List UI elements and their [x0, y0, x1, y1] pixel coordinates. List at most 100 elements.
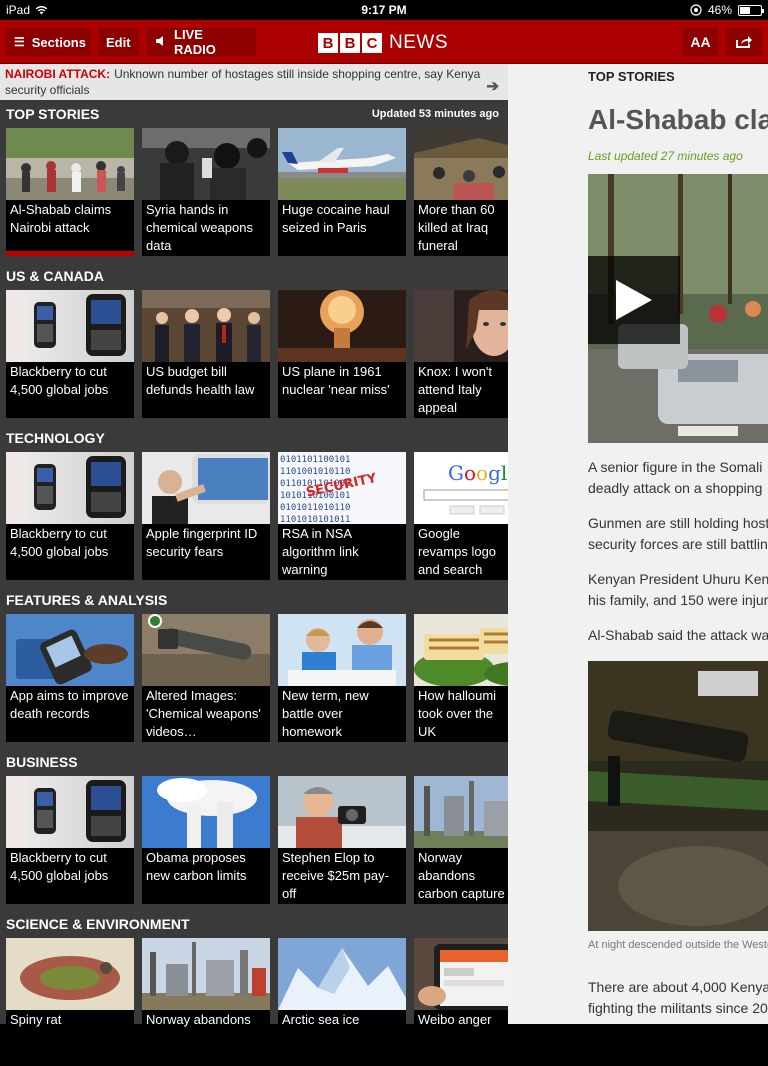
story-tile[interactable]: New term, new battle over homework: [278, 614, 406, 742]
paragraph-line: Gunmen are still holding hostages: [588, 515, 768, 531]
story-tile[interactable]: More than 60 killed at Iraq funeral: [414, 128, 508, 256]
story-headline: New term, new battle over homework: [282, 688, 369, 739]
section-heading[interactable]: US & CANADA: [6, 268, 104, 284]
story-tile[interactable]: Weibo anger: [414, 938, 508, 1066]
section-heading[interactable]: FEATURES & ANALYSIS: [6, 592, 167, 608]
story-headline: Al-Shabab claims Nairobi attack: [10, 202, 112, 235]
story-thumbnail: [414, 938, 508, 1010]
sections-button[interactable]: ☰ Sections: [6, 28, 91, 56]
article-paragraph: There are about 4,000 Kenyan troops fight…: [588, 977, 768, 1019]
story-thumbnail: [142, 128, 270, 200]
article-photo[interactable]: [588, 661, 768, 931]
article-paragraph: A senior figure in the Somali deadly atta…: [588, 457, 762, 499]
paragraph-line: A senior figure in the Somali: [588, 459, 763, 475]
story-headline: US plane in 1961 nuclear 'near miss': [282, 364, 390, 397]
story-tile[interactable]: Blackberry to cut 4,500 global jobs: [6, 290, 134, 418]
story-tile[interactable]: Google Google revamps logo and search pag…: [414, 452, 508, 580]
share-button[interactable]: [726, 28, 762, 56]
section-heading[interactable]: BUSINESS: [6, 754, 78, 770]
paragraph-line: his family, and 150 were injured: [588, 592, 768, 608]
story-tile[interactable]: Arctic sea ice: [278, 938, 406, 1066]
story-thumbnail: [6, 452, 134, 524]
article-headline: Al-Shabab claims Nairobi attack: [588, 104, 768, 135]
story-headline: Blackberry to cut 4,500 global jobs: [10, 850, 109, 883]
edit-button-label: Edit: [106, 34, 131, 50]
sections-button-label: Sections: [31, 34, 86, 50]
section-heading[interactable]: TOP STORIES: [6, 106, 99, 122]
battery-icon: [738, 4, 764, 16]
story-thumbnail: [6, 614, 134, 686]
menu-icon: ☰: [14, 35, 25, 49]
story-tile[interactable]: US plane in 1961 nuclear 'near miss': [278, 290, 406, 418]
text-size-label: AA: [690, 34, 711, 50]
story-tile[interactable]: How halloumi took over the UK: [414, 614, 508, 742]
story-thumbnail: 0101101100101110100101011001101011010011…: [278, 452, 406, 524]
story-thumbnail: [142, 776, 270, 848]
story-tile[interactable]: 0101101100101 1101001010110 0110101101001 1…: [278, 452, 406, 580]
svg-text:1101010101011: 1101010101011: [280, 515, 350, 524]
logo-letter: B: [318, 33, 338, 53]
story-headline: Norway abandons carbon capture plans: [418, 850, 505, 901]
story-thumbnail: [414, 776, 508, 848]
story-thumbnail: [414, 614, 508, 686]
status-right: 46%: [690, 3, 764, 17]
text-size-button[interactable]: AA: [683, 28, 718, 56]
story-tile[interactable]: App aims to improve death records: [6, 614, 134, 742]
story-tile[interactable]: Blackberry to cut 4,500 global jobs: [6, 452, 134, 580]
svg-text:Google: Google: [448, 461, 508, 485]
story-thumbnail: [6, 128, 134, 200]
story-tile[interactable]: Knox: I won't attend Italy appeal: [414, 290, 508, 418]
story-headline: How halloumi took over the UK: [418, 688, 497, 739]
live-radio-label: LIVE RADIO: [174, 27, 216, 57]
story-headline: Spiny rat: [10, 1012, 62, 1027]
story-tile[interactable]: Apple fingerprint ID security fears: [142, 452, 270, 580]
arrow-right-icon: ➔: [486, 78, 499, 95]
story-tile[interactable]: Syria hands in chemical weapons data: [142, 128, 270, 256]
story-thumbnail: [142, 614, 270, 686]
paragraph-line: Al-Shabab said the attack was: [588, 627, 768, 643]
section-heading[interactable]: SCIENCE & ENVIRONMENT: [6, 916, 190, 932]
article-section-label: TOP STORIES: [588, 69, 675, 84]
play-button[interactable]: [588, 256, 680, 344]
story-thumbnail: [142, 452, 270, 524]
story-thumbnail: [414, 290, 508, 362]
story-thumbnail: [414, 128, 508, 200]
story-tile[interactable]: Obama proposes new carbon limits: [142, 776, 270, 904]
story-tile[interactable]: Al-Shabab claims Nairobi attack: [6, 128, 134, 256]
story-tile[interactable]: Norway abandons carbon capture plans: [414, 776, 508, 904]
breaking-news-banner[interactable]: NAIROBI ATTACK: Unknown number of hostage…: [0, 64, 508, 100]
story-headline: More than 60 killed at Iraq funeral: [418, 202, 495, 253]
battery-percent: 46%: [707, 3, 732, 17]
live-radio-button[interactable]: LIVE RADIO: [147, 27, 256, 57]
story-tile[interactable]: US budget bill defunds health law: [142, 290, 270, 418]
story-headline: Stephen Elop to receive $25m pay-off: [282, 850, 389, 901]
story-tile[interactable]: Huge cocaine haul seized in Paris: [278, 128, 406, 256]
story-headline: Weibo anger: [418, 1012, 492, 1027]
logo-news: NEWS: [389, 32, 448, 53]
story-thumbnail: [278, 614, 406, 686]
play-icon: [616, 280, 652, 320]
story-tile[interactable]: Stephen Elop to receive $25m pay-off: [278, 776, 406, 904]
story-thumbnail: [142, 938, 270, 1010]
paragraph-line: There are about 4,000 Kenyan troops: [588, 979, 768, 995]
story-thumbnail: [142, 290, 270, 362]
paragraph-line: security forces are still battling: [588, 536, 768, 552]
story-tile[interactable]: Spiny rat: [6, 938, 134, 1066]
article-video[interactable]: [588, 174, 768, 443]
story-tile[interactable]: Altered Images: 'Chemical weapons' video…: [142, 614, 270, 742]
story-headline: Huge cocaine haul seized in Paris: [282, 202, 390, 235]
edit-button[interactable]: Edit: [98, 28, 139, 56]
section-heading[interactable]: TECHNOLOGY: [6, 430, 105, 446]
story-headline: Knox: I won't attend Italy appeal: [418, 364, 493, 415]
story-headline: Obama proposes new carbon limits: [146, 850, 247, 883]
svg-text:1101001010110: 1101001010110: [280, 467, 350, 477]
svg-text:0101011010110: 0101011010110: [280, 503, 350, 513]
story-thumbnail: Google: [414, 452, 508, 524]
story-thumbnail: [278, 776, 406, 848]
story-thumbnail: [278, 128, 406, 200]
paragraph-line: deadly attack on a shopping: [588, 480, 763, 496]
clock: 9:17 PM: [361, 3, 407, 17]
story-thumbnail: [278, 938, 406, 1010]
story-tile[interactable]: Blackberry to cut 4,500 global jobs: [6, 776, 134, 904]
story-tile[interactable]: Norway abandons: [142, 938, 270, 1066]
